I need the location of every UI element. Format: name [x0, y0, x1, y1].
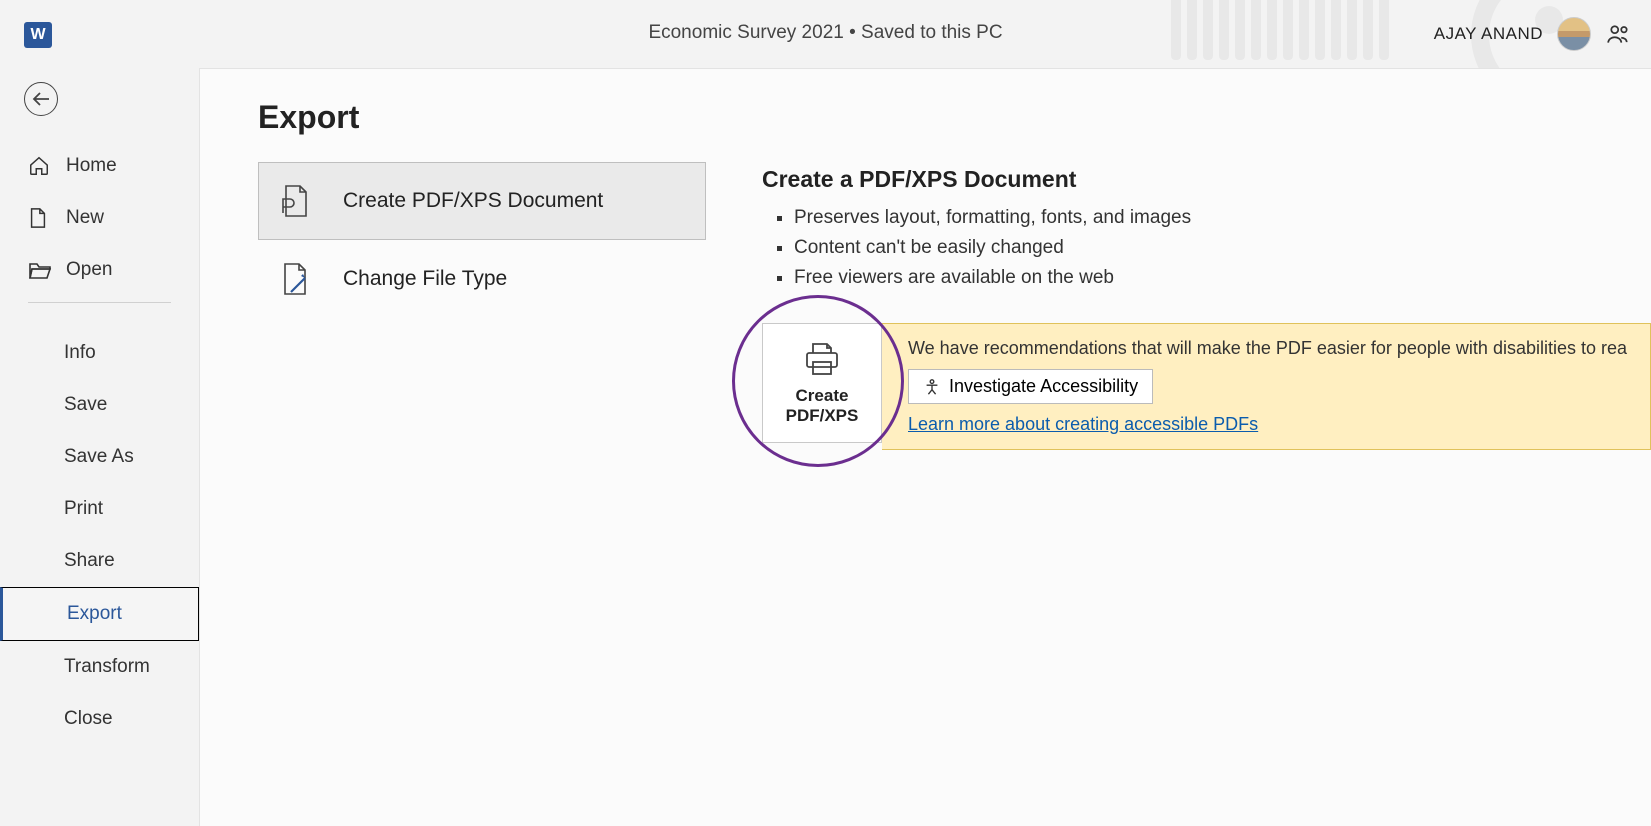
option-label: Create PDF/XPS Document: [343, 189, 603, 213]
folder-open-icon: [28, 260, 52, 280]
nav-label: Export: [67, 603, 122, 625]
nav-label: Close: [64, 708, 113, 730]
nav-label: Info: [64, 342, 96, 364]
nav-home[interactable]: Home: [0, 140, 199, 192]
back-button[interactable]: [24, 82, 58, 116]
nav-transform[interactable]: Transform: [0, 641, 199, 693]
nav-separator: [28, 302, 171, 303]
nav-label: Open: [66, 259, 112, 281]
option-create-pdf-xps[interactable]: Create PDF/XPS Document: [258, 162, 706, 240]
investigate-accessibility-button[interactable]: Investigate Accessibility: [908, 369, 1153, 404]
nav-share[interactable]: Share: [0, 535, 199, 587]
button-label-line2: PDF/XPS: [786, 406, 859, 426]
accessibility-icon: [923, 378, 941, 396]
nav-save-as[interactable]: Save As: [0, 431, 199, 483]
accessibility-tip-panel: We have recommendations that will make t…: [882, 323, 1651, 450]
new-doc-icon: [28, 207, 52, 229]
nav-label: Home: [66, 155, 117, 177]
nav-primary: Home New Open: [0, 140, 199, 296]
export-options-list: Create PDF/XPS Document Change File Type: [258, 162, 706, 450]
detail-bullet: Free viewers are available on the web: [794, 267, 1651, 289]
nav-open[interactable]: Open: [0, 244, 199, 296]
learn-more-link[interactable]: Learn more about creating accessible PDF…: [908, 414, 1632, 435]
title-bar: W Economic Survey 2021 • Saved to this P…: [0, 0, 1651, 68]
nav-save[interactable]: Save: [0, 379, 199, 431]
backstage-sidebar: Home New Open Info Save Save As Print Sh…: [0, 68, 199, 826]
nav-label: Share: [64, 550, 115, 572]
user-area: AJAY ANAND: [1434, 0, 1651, 68]
printer-icon: [802, 340, 842, 378]
comments-icon[interactable]: [1605, 21, 1631, 47]
user-name: AJAY ANAND: [1434, 24, 1543, 44]
word-app-icon: W: [24, 22, 52, 48]
create-pdf-button-wrap: Create PDF/XPS: [762, 323, 882, 450]
avatar[interactable]: [1557, 17, 1591, 51]
nav-label: Print: [64, 498, 103, 520]
nav-label: Save As: [64, 446, 134, 468]
nav-export[interactable]: Export: [0, 587, 199, 641]
nav-close[interactable]: Close: [0, 693, 199, 745]
main-content: Export Create PDF/XPS Document Change Fi…: [199, 68, 1651, 826]
option-change-file-type[interactable]: Change File Type: [258, 240, 706, 318]
nav-label: Save: [64, 394, 107, 416]
tip-text: We have recommendations that will make t…: [908, 338, 1632, 359]
nav-label: Transform: [64, 656, 150, 678]
detail-bullet: Content can't be easily changed: [794, 237, 1651, 259]
detail-bullets: Preserves layout, formatting, fonts, and…: [762, 207, 1651, 289]
nav-info[interactable]: Info: [0, 327, 199, 379]
home-icon: [28, 155, 52, 177]
create-pdf-xps-button[interactable]: Create PDF/XPS: [762, 323, 882, 443]
pdf-doc-icon: [277, 182, 315, 220]
change-file-icon: [277, 260, 315, 298]
button-label: Investigate Accessibility: [949, 376, 1138, 397]
button-label-line1: Create: [786, 386, 859, 406]
nav-print[interactable]: Print: [0, 483, 199, 535]
export-detail: Create a PDF/XPS Document Preserves layo…: [762, 162, 1651, 450]
nav-new[interactable]: New: [0, 192, 199, 244]
option-label: Change File Type: [343, 267, 507, 291]
detail-bullet: Preserves layout, formatting, fonts, and…: [794, 207, 1651, 229]
document-title: Economic Survey 2021 • Saved to this PC: [648, 22, 1002, 44]
page-title: Export: [258, 99, 1651, 136]
detail-heading: Create a PDF/XPS Document: [762, 166, 1651, 193]
nav-secondary: Info Save Save As Print Share Export Tra…: [0, 327, 199, 745]
action-row: Create PDF/XPS We have recommendations t…: [762, 323, 1651, 450]
nav-label: New: [66, 207, 104, 229]
